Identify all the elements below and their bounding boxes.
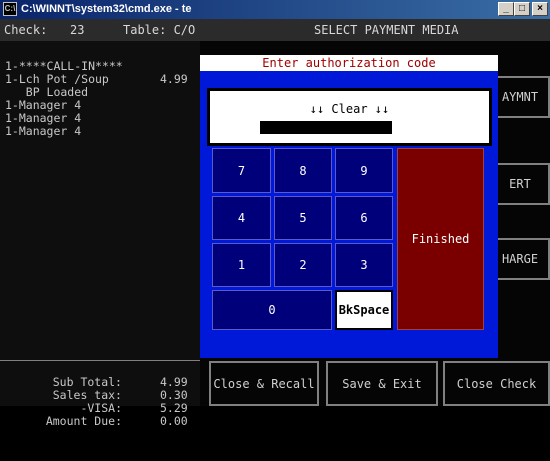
key-2[interactable]: 2 <box>274 243 332 287</box>
key-6[interactable]: 6 <box>335 196 393 240</box>
dialog-title: Enter authorization code <box>200 55 498 71</box>
order-item[interactable]: BP Loaded <box>5 85 88 99</box>
window-title-bar[interactable]: C:\ C:\WINNT\system32\cmd.exe - te _ □ × <box>0 0 550 19</box>
subtotal-value: 4.99 <box>160 375 188 389</box>
screen-title: SELECT PAYMENT MEDIA <box>314 23 459 37</box>
authorization-code-field[interactable] <box>260 121 392 134</box>
numeric-keypad: 7 8 9 4 5 6 1 2 3 0 BkSpace Finished <box>212 148 484 330</box>
close-button[interactable]: × <box>532 2 548 16</box>
payment-button[interactable]: AYMNT <box>490 76 550 118</box>
close-recall-button[interactable]: Close & Recall <box>209 361 319 406</box>
sales-tax-label: Sales tax: <box>52 388 122 402</box>
backspace-button[interactable]: BkSpace <box>335 290 393 330</box>
key-4[interactable]: 4 <box>212 196 271 240</box>
save-exit-button[interactable]: Save & Exit <box>326 361 438 406</box>
key-1[interactable]: 1 <box>212 243 271 287</box>
window-title: C:\WINNT\system32\cmd.exe - te <box>21 3 192 15</box>
visa-label: -VISA: <box>80 401 122 415</box>
key-3[interactable]: 3 <box>335 243 393 287</box>
key-8[interactable]: 8 <box>274 148 332 193</box>
order-item[interactable]: 1-Lch Pot /Soup <box>5 72 109 86</box>
sales-tax-value: 0.30 <box>160 388 188 402</box>
key-5[interactable]: 5 <box>274 196 332 240</box>
charge-button[interactable]: HARGE <box>490 238 550 280</box>
check-label: Check: <box>4 23 48 37</box>
authorization-entry[interactable]: ↓↓ Clear ↓↓ <box>207 88 492 146</box>
cmd-icon: C:\ <box>3 2 17 16</box>
order-item[interactable]: 1-****CALL-IN**** <box>5 59 123 73</box>
order-item[interactable]: 1-Manager 4 <box>5 124 81 138</box>
finished-button[interactable]: Finished <box>397 148 484 330</box>
subtotal-label: Sub Total: <box>52 375 122 389</box>
visa-value: 5.29 <box>160 401 188 415</box>
order-item[interactable]: 1-Manager 4 <box>5 98 81 112</box>
insert-button[interactable]: ERT <box>490 163 550 205</box>
table-label: Table: C/O <box>123 23 196 37</box>
key-0[interactable]: 0 <box>212 290 332 330</box>
amount-due-value: 0.00 <box>160 414 188 428</box>
order-item[interactable]: 1-Manager 4 <box>5 111 81 125</box>
order-item-price: 4.99 <box>160 72 188 86</box>
key-9[interactable]: 9 <box>335 148 393 193</box>
check-header: Check: 23 Table: C/O SELECT PAYMENT MEDI… <box>0 19 550 41</box>
clear-button[interactable]: ↓↓ Clear ↓↓ <box>210 102 489 116</box>
totals-panel: Sub Total: 4.99 Sales tax: 0.30 -VISA: 5… <box>0 360 200 461</box>
maximize-button[interactable]: □ <box>514 2 530 16</box>
close-check-button[interactable]: Close Check <box>443 361 550 406</box>
minimize-button[interactable]: _ <box>498 2 514 16</box>
order-panel: 1-****CALL-IN**** 1-Lch Pot /Soup 4.99 B… <box>0 41 200 428</box>
amount-due-label: Amount Due: <box>45 414 122 428</box>
check-number: 23 <box>70 23 85 37</box>
key-7[interactable]: 7 <box>212 148 271 193</box>
